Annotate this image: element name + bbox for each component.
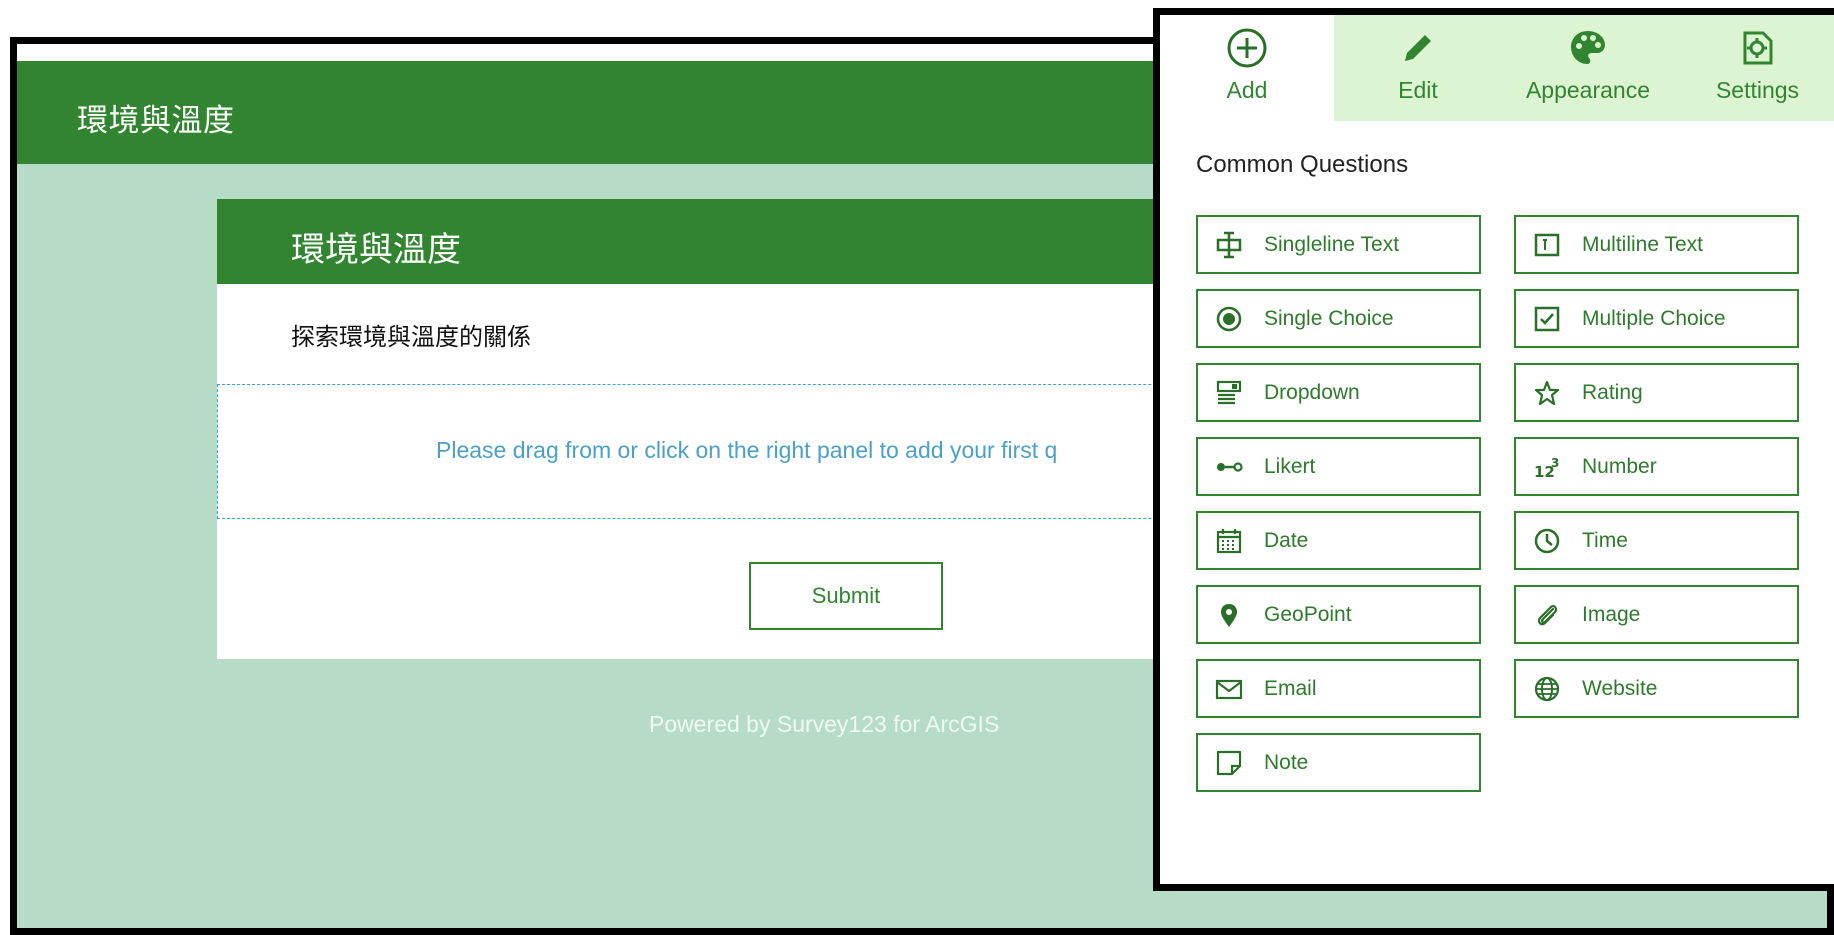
multiline-text-icon [1532,230,1562,260]
question-label: Number [1582,454,1657,478]
clock-icon [1532,526,1562,556]
question-label: Singleline Text [1264,232,1400,256]
likert-icon [1214,452,1244,482]
singleline-text-icon [1214,230,1244,260]
question-dropdown[interactable]: Dropdown [1196,363,1481,422]
question-label: Multiline Text [1582,232,1703,256]
common-questions-heading: Common Questions [1196,151,1409,178]
question-singleline-text[interactable]: Singleline Text [1196,215,1481,274]
add-circle-icon [1227,28,1267,68]
tab-settings-label: Settings [1715,77,1800,103]
powered-by-footer: Powered by Survey123 for ArcGIS [649,711,1000,737]
question-number[interactable]: 12 3 Number [1514,437,1799,496]
note-icon [1214,748,1244,778]
settings-icon [1743,31,1772,65]
question-label: Website [1582,676,1658,700]
tab-appearance[interactable]: Appearance [1502,15,1674,121]
question-note[interactable]: Note [1196,733,1481,792]
svg-text:3: 3 [1551,456,1559,470]
question-rating[interactable]: Rating [1514,363,1799,422]
question-date[interactable]: Date [1196,511,1481,570]
number-icon: 12 3 [1532,452,1562,482]
dropdown-icon [1214,378,1244,408]
tab-appearance-label: Appearance [1525,77,1651,103]
tab-add-label: Add [1226,77,1268,103]
tab-add[interactable]: Add [1160,15,1334,121]
question-email[interactable]: Email [1196,659,1481,718]
star-icon [1532,378,1562,408]
tab-edit-label: Edit [1398,77,1438,103]
header-title: 環境與溫度 [77,103,235,139]
question-label: Rating [1582,380,1643,404]
question-label: Dropdown [1264,380,1360,404]
palette-icon [1571,31,1605,64]
envelope-icon [1214,674,1244,704]
question-label: Date [1264,528,1309,552]
question-time[interactable]: Time [1514,511,1799,570]
add-question-panel: Add Edit Appearance Settings Common Ques… [1153,8,1834,891]
question-single-choice[interactable]: Single Choice [1196,289,1481,348]
question-label: Email [1264,676,1317,700]
question-website[interactable]: Website [1514,659,1799,718]
tab-settings[interactable]: Settings [1674,15,1834,121]
question-label: GeoPoint [1264,602,1352,626]
question-label: Time [1582,528,1628,552]
calendar-icon [1214,526,1244,556]
question-multiline-text[interactable]: Multiline Text [1514,215,1799,274]
question-label: Single Choice [1264,306,1394,330]
question-label: Image [1582,602,1641,626]
question-multiple-choice[interactable]: Multiple Choice [1514,289,1799,348]
question-image[interactable]: Image [1514,585,1799,644]
radio-icon [1214,304,1244,334]
submit-button[interactable]: Submit [749,562,943,630]
question-label: Multiple Choice [1582,306,1726,330]
map-pin-icon [1214,600,1244,630]
question-likert[interactable]: Likert [1196,437,1481,496]
pencil-icon [1405,35,1431,61]
panel-tabs: Add Edit Appearance Settings [1160,15,1834,121]
tab-edit[interactable]: Edit [1334,15,1502,121]
drop-hint-text: Please drag from or click on the right p… [436,437,1058,463]
paperclip-icon [1532,600,1562,630]
form-description[interactable]: 探索環境與溫度的關係 [291,317,531,352]
checkbox-icon [1532,304,1562,334]
question-label: Likert [1264,454,1316,478]
globe-icon [1532,674,1562,704]
question-geopoint[interactable]: GeoPoint [1196,585,1481,644]
question-label: Note [1264,750,1309,774]
form-title[interactable]: 環境與溫度 [291,222,461,271]
